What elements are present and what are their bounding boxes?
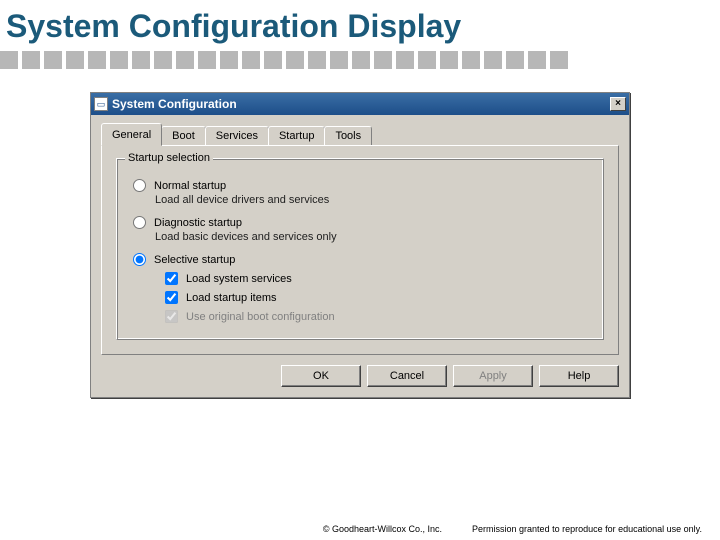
tab-tools[interactable]: Tools (324, 126, 372, 145)
radio-selective-startup-label: Selective startup (154, 254, 235, 266)
radio-normal-startup-row[interactable]: Normal startup (133, 179, 591, 192)
check-load-startup-items[interactable] (165, 291, 178, 304)
radio-selective-startup-row[interactable]: Selective startup (133, 253, 591, 266)
apply-button: Apply (453, 365, 533, 387)
tab-startup[interactable]: Startup (268, 126, 325, 145)
check-use-original-boot-row: Use original boot configuration (165, 310, 591, 323)
close-button[interactable]: × (610, 97, 626, 111)
help-button[interactable]: Help (539, 365, 619, 387)
radio-diagnostic-startup-label: Diagnostic startup (154, 217, 242, 229)
check-load-system-services-label: Load system services (186, 273, 292, 285)
window-client-area: General Boot Services Startup Tools Star… (91, 115, 629, 397)
tab-panel-general: Startup selection Normal startup Load al… (101, 145, 619, 355)
radio-normal-startup-label: Normal startup (154, 180, 226, 192)
slide-footer: © Goodheart-Willcox Co., Inc. Permission… (0, 524, 720, 534)
cancel-button[interactable]: Cancel (367, 365, 447, 387)
system-configuration-window: ▭ System Configuration × General Boot Se… (90, 92, 630, 398)
tab-boot[interactable]: Boot (161, 126, 206, 145)
selective-startup-options: Load system services Load startup items … (165, 272, 591, 323)
check-load-system-services-row[interactable]: Load system services (165, 272, 591, 285)
radio-diagnostic-startup[interactable] (133, 216, 146, 229)
group-legend: Startup selection (125, 152, 213, 164)
check-load-system-services[interactable] (165, 272, 178, 285)
check-load-startup-items-label: Load startup items (186, 292, 277, 304)
check-load-startup-items-row[interactable]: Load startup items (165, 291, 591, 304)
tab-general[interactable]: General (101, 123, 162, 146)
slide-title: System Configuration Display (0, 0, 720, 49)
radio-normal-startup-desc: Load all device drivers and services (155, 194, 591, 206)
radio-diagnostic-startup-desc: Load basic devices and services only (155, 231, 591, 243)
dialog-buttons: OK Cancel Apply Help (101, 365, 619, 387)
radio-selective-startup[interactable] (133, 253, 146, 266)
check-use-original-boot-label: Use original boot configuration (186, 311, 335, 323)
check-use-original-boot (165, 310, 178, 323)
startup-selection-group: Startup selection Normal startup Load al… (116, 158, 604, 340)
decorative-squares (0, 51, 720, 69)
footer-permission: Permission granted to reproduce for educ… (472, 524, 702, 534)
tab-services[interactable]: Services (205, 126, 269, 145)
window-title: System Configuration (112, 97, 610, 111)
radio-diagnostic-startup-row[interactable]: Diagnostic startup (133, 216, 591, 229)
radio-normal-startup[interactable] (133, 179, 146, 192)
ok-button[interactable]: OK (281, 365, 361, 387)
footer-copyright: © Goodheart-Willcox Co., Inc. (323, 524, 442, 534)
titlebar: ▭ System Configuration × (91, 93, 629, 115)
tab-strip: General Boot Services Startup Tools (101, 123, 619, 145)
system-icon: ▭ (94, 97, 108, 111)
